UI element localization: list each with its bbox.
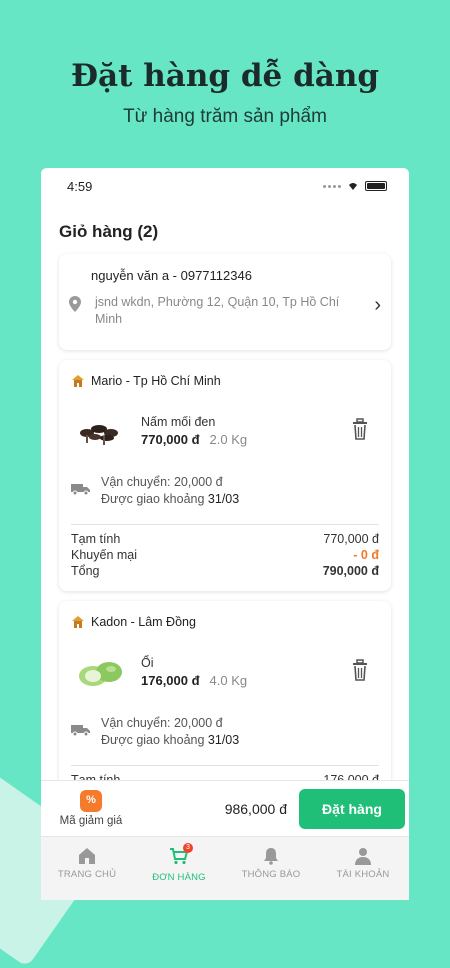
orders-badge: 3 xyxy=(183,843,193,853)
subtotal-value: 176,000 đ xyxy=(323,773,379,780)
status-bar: 4:59 xyxy=(41,168,409,204)
cart-scroll-area[interactable]: Giỏ hàng (2) nguyễn văn a - 0977112346 j… xyxy=(41,204,409,780)
subtotal-row: Tạm tính 770,000 đ xyxy=(71,531,379,547)
shop-icon xyxy=(72,616,84,628)
location-pin-icon xyxy=(69,296,81,312)
product-image xyxy=(79,662,122,686)
tab-orders[interactable]: 3 ĐƠN HÀNG xyxy=(133,837,225,900)
shipping-fee: Vận chuyển: 20,000 đ xyxy=(101,716,223,730)
chevron-right-icon[interactable]: › xyxy=(374,294,381,317)
total-label: Tổng xyxy=(71,564,100,578)
discount-row: Khuyến mại - 0 đ xyxy=(71,547,379,563)
shipping-fee: Vận chuyển: 20,000 đ xyxy=(101,475,223,489)
product-item[interactable]: Ổi 176,000 đ 4.0 Kg xyxy=(71,633,379,711)
address-text: jsnd wkdn, Phường 12, Quận 10, Tp Hồ Chí… xyxy=(95,295,340,326)
product-price: 770,000 đ xyxy=(141,432,200,447)
battery-icon xyxy=(365,181,387,191)
home-icon xyxy=(79,848,95,864)
divider xyxy=(71,765,379,766)
checkout-bar: Mã giảm giá 986,000 đ Đặt hàng xyxy=(41,780,409,836)
user-icon xyxy=(355,848,371,865)
shop-card: Kadon - Lâm Đồng Ổi 176,000 đ 4.0 Kg Vận … xyxy=(59,601,391,780)
address-name-phone: nguyễn văn a - 0977112346 xyxy=(91,268,252,283)
address-card[interactable]: nguyễn văn a - 0977112346 jsnd wkdn, Phư… xyxy=(59,254,391,350)
total-row: Tổng 790,000 đ xyxy=(71,563,379,579)
voucher-icon xyxy=(80,790,102,812)
status-time: 4:59 xyxy=(67,178,93,194)
signal-icon xyxy=(323,184,341,188)
tab-label: THÔNG BÁO xyxy=(241,869,301,880)
delivery-date: 31/03 xyxy=(207,492,240,506)
tab-account[interactable]: TÀI KHOẢN xyxy=(317,837,409,900)
truck-icon xyxy=(71,725,90,737)
voucher-button[interactable]: Mã giảm giá xyxy=(41,790,141,827)
tab-home[interactable]: TRANG CHỦ xyxy=(41,837,133,900)
shop-name[interactable]: Kadon - Lâm Đồng xyxy=(91,615,196,629)
hero-subtitle: Từ hàng trăm sản phẩm xyxy=(123,106,327,127)
delivery-label: Được giao khoảng xyxy=(101,492,205,506)
shop-icon xyxy=(72,375,84,387)
tab-label: ĐƠN HÀNG xyxy=(152,872,206,883)
subtotal-value: 770,000 đ xyxy=(323,532,379,546)
subtotal-label: Tạm tính xyxy=(71,773,121,780)
discount-label: Khuyến mại xyxy=(71,548,138,562)
shipping-info: Vận chuyển: 20,000 đ Được giao khoảng 31… xyxy=(71,711,379,761)
product-quantity: 2.0 Kg xyxy=(209,432,248,447)
tab-bar: TRANG CHỦ 3 ĐƠN HÀNG THÔNG BÁO TÀI KHOẢN xyxy=(41,836,409,900)
tab-label: TÀI KHOẢN xyxy=(336,869,390,880)
delivery-label: Được giao khoảng xyxy=(101,733,205,747)
divider xyxy=(71,524,379,525)
bell-icon xyxy=(264,848,278,865)
product-name: Nấm mối đen xyxy=(141,415,216,429)
subtotal-row: Tạm tính 176,000 đ xyxy=(71,772,379,780)
total-value: 790,000 đ xyxy=(322,564,379,578)
shop-card: Mario - Tp Hồ Chí Minh Nấm mối đen 770,0… xyxy=(59,360,391,591)
truck-icon xyxy=(71,484,90,496)
shop-name[interactable]: Mario - Tp Hồ Chí Minh xyxy=(91,374,221,388)
discount-value: - 0 đ xyxy=(353,548,379,562)
product-price: 176,000 đ xyxy=(141,673,200,688)
subtotal-label: Tạm tính xyxy=(71,532,121,546)
hero-title: Đặt hàng dễ dàng xyxy=(70,58,380,94)
shipping-info: Vận chuyển: 20,000 đ Được giao khoảng 31… xyxy=(71,470,379,520)
delivery-date: 31/03 xyxy=(207,733,240,747)
tab-notifications[interactable]: THÔNG BÁO xyxy=(225,837,317,900)
page-title: Giỏ hàng (2) xyxy=(59,222,159,241)
trash-icon[interactable] xyxy=(351,659,369,681)
voucher-label: Mã giảm giá xyxy=(59,815,123,827)
product-name: Ổi xyxy=(141,656,154,670)
trash-icon[interactable] xyxy=(351,418,369,440)
tab-label: TRANG CHỦ xyxy=(57,869,117,880)
place-order-button[interactable]: Đặt hàng xyxy=(299,788,405,829)
product-quantity: 4.0 Kg xyxy=(209,673,248,688)
product-image xyxy=(80,425,118,445)
product-item[interactable]: Nấm mối đen 770,000 đ 2.0 Kg xyxy=(71,392,379,470)
wifi-icon xyxy=(349,183,357,190)
grand-total: 986,000 đ xyxy=(224,800,287,817)
phone-screen: 4:59 Giỏ hàng (2) nguyễn văn a - 0977112… xyxy=(41,168,409,900)
